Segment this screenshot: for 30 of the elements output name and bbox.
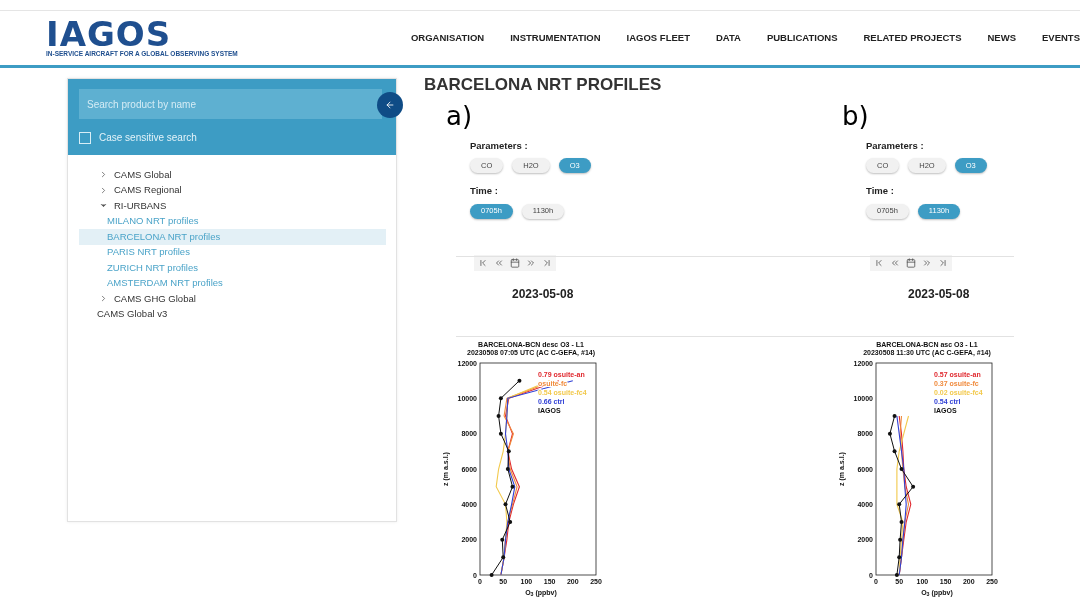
checkbox[interactable] <box>79 131 91 144</box>
nav-link[interactable]: INSTRUMENTATION <box>510 30 601 46</box>
arrow-left-icon <box>385 100 395 110</box>
time-label: Time : <box>866 184 895 199</box>
checkbox-label: Case sensitive search <box>99 131 197 145</box>
nav-link[interactable]: RELATED PROJECTS <box>863 30 962 46</box>
collapse-button[interactable] <box>377 92 403 118</box>
nav-link[interactable]: IAGOS FLEET <box>626 30 690 46</box>
nav-link[interactable]: ORGANISATION <box>411 30 485 46</box>
date-label: 2023-05-08 <box>512 285 575 303</box>
parameters-label: Parameters : <box>866 139 925 153</box>
nav-link[interactable]: NEWS <box>987 30 1016 46</box>
panel-label: b) <box>842 100 870 133</box>
tree-item[interactable]: CAMS GHG Global <box>79 291 386 307</box>
tree-item[interactable]: CAMS Regional <box>79 182 386 198</box>
logo-wordmark[interactable]: IAGOS <box>46 18 315 50</box>
nav-link[interactable]: EVENTS <box>1042 30 1080 46</box>
parameters-label: Parameters : <box>470 139 529 153</box>
time-label: Time : <box>470 184 499 199</box>
panel-label: a) <box>446 100 474 133</box>
calendar-icon[interactable] <box>905 256 917 269</box>
nav-link[interactable]: PUBLICATIONS <box>766 30 838 46</box>
tree-item[interactable]: RI-URBANS <box>79 198 386 214</box>
calendar-icon[interactable] <box>509 256 521 269</box>
tree-item[interactable]: CAMS Global v3 <box>79 306 386 322</box>
date-label: 2023-05-08 <box>908 285 971 303</box>
search-field[interactable]: Search product by name <box>79 89 382 119</box>
page-title: BARCELONA NRT PROFILES <box>424 75 663 95</box>
nav-link[interactable]: DATA <box>715 30 741 46</box>
tree-item[interactable]: CAMS Global <box>79 167 386 183</box>
